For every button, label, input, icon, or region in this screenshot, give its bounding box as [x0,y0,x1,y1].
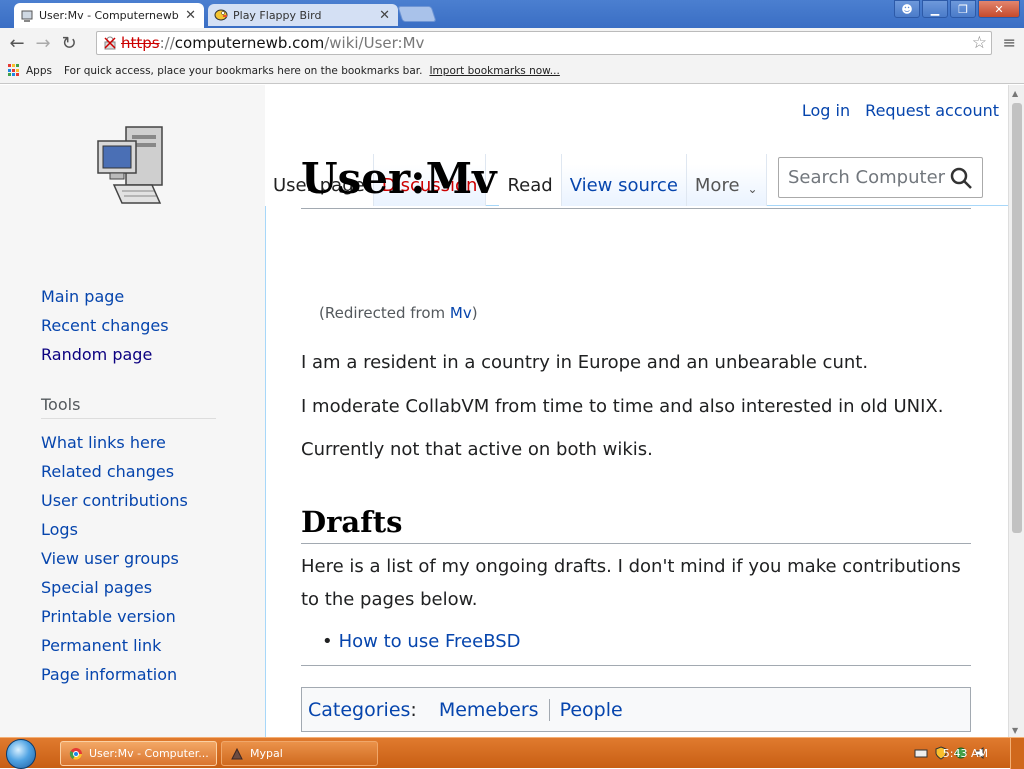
forward-arrow-icon[interactable]: → [30,30,56,56]
url-host: computernewb.com [174,34,325,52]
wiki-sidebar: Main page Recent changes Random page Too… [0,85,265,737]
computer-logo-icon[interactable] [96,123,168,207]
keyboard-icon[interactable] [914,746,928,760]
url-path: /wiki/User:Mv [324,34,425,52]
content-divider [301,665,971,666]
task-label: User:Mv - Computer... [89,747,209,760]
close-tab-icon[interactable]: ✕ [379,8,390,23]
redirect-prefix: (Redirected from [319,304,450,322]
page-title: User:Mv [301,154,971,209]
scrollbar-thumb[interactable] [1012,103,1022,533]
new-tab-button[interactable] [397,6,437,22]
categories-colon: : [410,698,417,721]
sidebar-item-main-page[interactable]: Main page [41,282,169,311]
personal-tools: Log in Request account [792,101,999,120]
draft-link-freebsd[interactable]: How to use FreeBSD [339,631,521,652]
taskbar-clock[interactable]: 5:43 AM [943,747,988,760]
sidebar-item-logs[interactable]: Logs [41,515,188,544]
sidebar-item-random-page[interactable]: Random page [41,340,169,369]
redirect-suffix: ) [471,304,478,322]
tab-title: User:Mv - Computernewb W [39,9,182,22]
flappy-bird-favicon-icon [214,9,228,21]
apps-grid-icon[interactable] [8,64,21,77]
sidebar-item-permanent-link[interactable]: Permanent link [41,631,188,660]
browser-titlebar: User:Mv - Computernewb W ✕ Play Flappy B… [0,0,1024,28]
drafts-paragraph: Here is a list of my ongoing drafts. I d… [301,556,961,610]
bookmarks-hint: For quick access, place your bookmarks h… [63,64,423,77]
categories-label[interactable]: Categories [308,699,410,721]
redirect-source-link[interactable]: Mv [450,304,472,322]
category-memebers[interactable]: Memebers [429,699,549,721]
request-account-link[interactable]: Request account [865,101,999,120]
wiki-favicon-icon [21,10,33,22]
sidebar-item-related-changes[interactable]: Related changes [41,457,188,486]
sidebar-item-what-links-here[interactable]: What links here [41,428,188,457]
user-profile-icon[interactable]: ☻ [894,0,920,18]
tab-flappy-bird[interactable]: Play Flappy Bird ✕ [208,4,398,26]
navigation-links: Main page Recent changes Random page [41,282,169,369]
browser-toolbar: ← → ↻ https :// computernewb.com /wiki/U… [0,28,1024,58]
category-people[interactable]: People [548,698,633,721]
close-tab-icon[interactable]: ✕ [185,8,196,23]
category-links: Categories: Memebers People [301,687,971,732]
sidebar-item-special-pages[interactable]: Special pages [41,573,188,602]
list-item: • How to use FreeBSD [322,631,521,652]
taskbar-item-mypal[interactable]: Mypal [221,741,378,766]
address-bar[interactable]: https :// computernewb.com /wiki/User:Mv… [96,31,992,55]
minimize-button[interactable]: ▁ [922,0,948,18]
login-link[interactable]: Log in [802,101,850,120]
paragraph-1: I am a resident in a country in Europe a… [301,352,869,373]
reload-icon[interactable]: ↻ [56,30,82,56]
tools-links: What links here Related changes User con… [41,428,188,689]
scroll-up-icon[interactable]: ▲ [1012,89,1018,98]
url-scheme: https [121,34,160,52]
chrome-icon [69,747,82,760]
sidebar-item-recent-changes[interactable]: Recent changes [41,311,169,340]
content-area [265,205,1008,737]
bookmark-star-icon[interactable]: ☆ [972,33,987,53]
window-controls: ☻ ▁ ❐ ✕ [894,0,1020,18]
tab-computernewb[interactable]: User:Mv - Computernewb W ✕ [14,3,204,28]
taskbar: User:Mv - Computer... Mypal 5:43 AM [0,737,1024,769]
chrome-menu-icon[interactable]: ≡ [1003,33,1016,52]
back-arrow-icon[interactable]: ← [4,30,30,56]
sidebar-item-page-information[interactable]: Page information [41,660,188,689]
paragraph-2: I moderate CollabVM from time to time an… [301,396,944,417]
paragraph-3: Currently not that active on both wikis. [301,439,653,460]
page-scrollbar[interactable]: ▲ ▼ [1008,85,1024,737]
task-label: Mypal [250,747,283,760]
tab-title: Play Flappy Bird [233,8,322,22]
bullet-icon: • [322,631,333,652]
maximize-button[interactable]: ❐ [950,0,976,18]
apps-label[interactable]: Apps [26,65,52,77]
redirect-notice: (Redirected from Mv) [319,304,478,322]
taskbar-item-browser[interactable]: User:Mv - Computer... [60,741,217,766]
show-desktop-button[interactable] [1010,738,1024,769]
sidebar-item-user-contributions[interactable]: User contributions [41,486,188,515]
start-button[interactable] [6,739,36,769]
bookmarks-bar: Apps For quick access, place your bookma… [0,58,1024,84]
mypal-icon [231,747,243,759]
sidebar-item-view-user-groups[interactable]: View user groups [41,544,188,573]
sidebar-item-printable-version[interactable]: Printable version [41,602,188,631]
scroll-down-icon[interactable]: ▼ [1012,726,1018,735]
url-separator: :// [159,34,175,52]
section-heading-drafts: Drafts [301,503,971,544]
import-bookmarks-link[interactable]: Import bookmarks now... [429,65,559,77]
tools-heading: Tools [41,395,216,419]
close-window-button[interactable]: ✕ [978,0,1020,18]
insecure-lock-icon [104,36,116,50]
